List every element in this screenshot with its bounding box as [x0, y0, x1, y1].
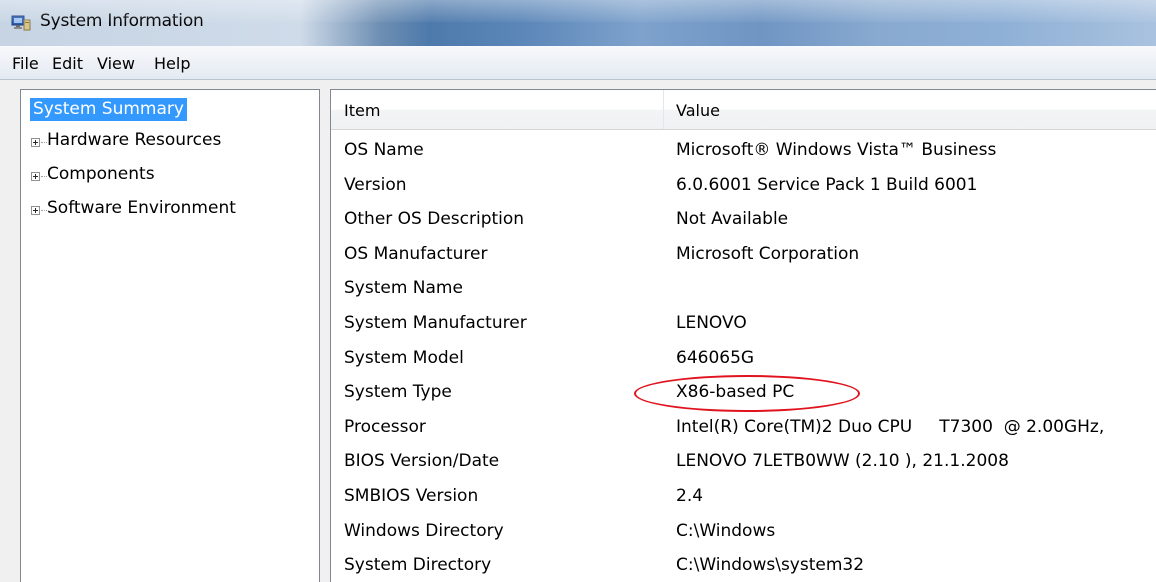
table-row[interactable]: System Manufacturer LENOVO	[331, 306, 1156, 340]
row-item-cell: System Manufacturer	[344, 313, 527, 333]
row-value-cell: 2.4	[676, 486, 704, 506]
table-row[interactable]: Version 6.0.6001 Service Pack 1 Build 600…	[331, 168, 1156, 202]
table-row[interactable]: System Type X86-based PC	[331, 375, 1156, 409]
table-row[interactable]: Windows Directory C:\Windows	[331, 514, 1156, 548]
category-tree: System Summary Hardware Resources Compon…	[20, 89, 320, 582]
menu-view[interactable]: View	[97, 54, 135, 73]
row-item-cell: Processor	[344, 416, 426, 437]
row-value-cell: C:\Windows\system32	[676, 555, 865, 576]
table-row[interactable]: System Directory C:\Windows\system32	[331, 548, 1156, 582]
tree-item-label: Hardware Resources	[47, 130, 222, 150]
window-title: System Information	[40, 11, 204, 31]
menu-edit[interactable]: Edit	[52, 54, 83, 73]
menu-help[interactable]: Help	[154, 54, 190, 73]
row-item-cell: System Directory	[344, 555, 492, 576]
row-item-cell: System Model	[344, 347, 464, 368]
row-value-cell: Microsoft® Windows Vista™ Business	[676, 140, 997, 160]
row-item-cell: System Name	[344, 278, 463, 299]
row-item-cell: OS Manufacturer	[344, 243, 488, 264]
column-header-value[interactable]: Value	[676, 101, 720, 120]
row-item-cell: SMBIOS Version	[344, 486, 479, 506]
table-row[interactable]: Processor Intel(R) Core(TM)2 Duo CPU T730…	[331, 410, 1156, 444]
system-information-window: System Information File Edit View Help S…	[0, 0, 1156, 582]
row-value-cell: 646065G	[676, 347, 755, 368]
row-value-cell: C:\Windows	[676, 520, 776, 541]
column-divider[interactable]	[663, 90, 664, 129]
menu-bar: File Edit View Help	[0, 46, 1156, 80]
expand-icon[interactable]	[31, 206, 40, 215]
tree-item-hardware-resources[interactable]: Hardware Resources	[21, 130, 311, 154]
tree-item-label: Software Environment	[47, 198, 236, 218]
table-row[interactable]: BIOS Version/Date LENOVO 7LETB0WW (2.10 )…	[331, 444, 1156, 478]
details-list: Item Value OS Name Microsoft® Windows Vis…	[330, 89, 1156, 582]
tree-item-system-summary[interactable]: System Summary	[30, 98, 187, 121]
column-header-item[interactable]: Item	[344, 101, 380, 120]
row-value-cell: Intel(R) Core(TM)2 Duo CPU T7300 @ 2.00G…	[676, 416, 1105, 437]
list-header: Item Value	[331, 90, 1156, 130]
row-value-cell: X86-based PC	[676, 382, 795, 403]
row-value-cell: Not Available	[676, 209, 789, 230]
system-information-icon	[11, 15, 31, 31]
row-value-cell: Microsoft Corporation	[676, 243, 860, 264]
tree-item-label: System Summary	[30, 98, 187, 121]
expand-icon[interactable]	[31, 172, 40, 181]
row-item-cell: Version	[344, 174, 407, 195]
row-value-cell: 6.0.6001 Service Pack 1 Build 6001	[676, 174, 978, 195]
window-frame-edge	[0, 80, 6, 582]
row-value-cell: LENOVO 7LETB0WW (2.10 ), 21.1.2008	[676, 451, 1009, 472]
table-row[interactable]: System Model 646065G	[331, 341, 1156, 375]
expand-icon[interactable]	[31, 138, 40, 147]
row-item-cell: BIOS Version/Date	[344, 451, 500, 472]
menu-file[interactable]: File	[12, 54, 39, 73]
table-row[interactable]: Other OS Description Not Available	[331, 202, 1156, 236]
tree-item-components[interactable]: Components	[21, 164, 311, 188]
table-row[interactable]: OS Manufacturer Microsoft Corporation	[331, 237, 1156, 271]
table-row[interactable]: OS Name Microsoft® Windows Vista™ Busines…	[331, 133, 1156, 167]
row-item-cell: Windows Directory	[344, 520, 504, 541]
row-item-cell: OS Name	[344, 140, 424, 160]
tree-item-software-environment[interactable]: Software Environment	[21, 198, 311, 222]
table-row[interactable]: System Name	[331, 271, 1156, 305]
row-item-cell: System Type	[344, 382, 452, 403]
row-item-cell: Other OS Description	[344, 209, 525, 230]
row-value-cell: LENOVO	[676, 313, 747, 333]
table-row[interactable]: SMBIOS Version 2.4	[331, 479, 1156, 513]
tree-item-label: Components	[47, 164, 155, 184]
title-bar[interactable]: System Information	[0, 0, 1156, 46]
